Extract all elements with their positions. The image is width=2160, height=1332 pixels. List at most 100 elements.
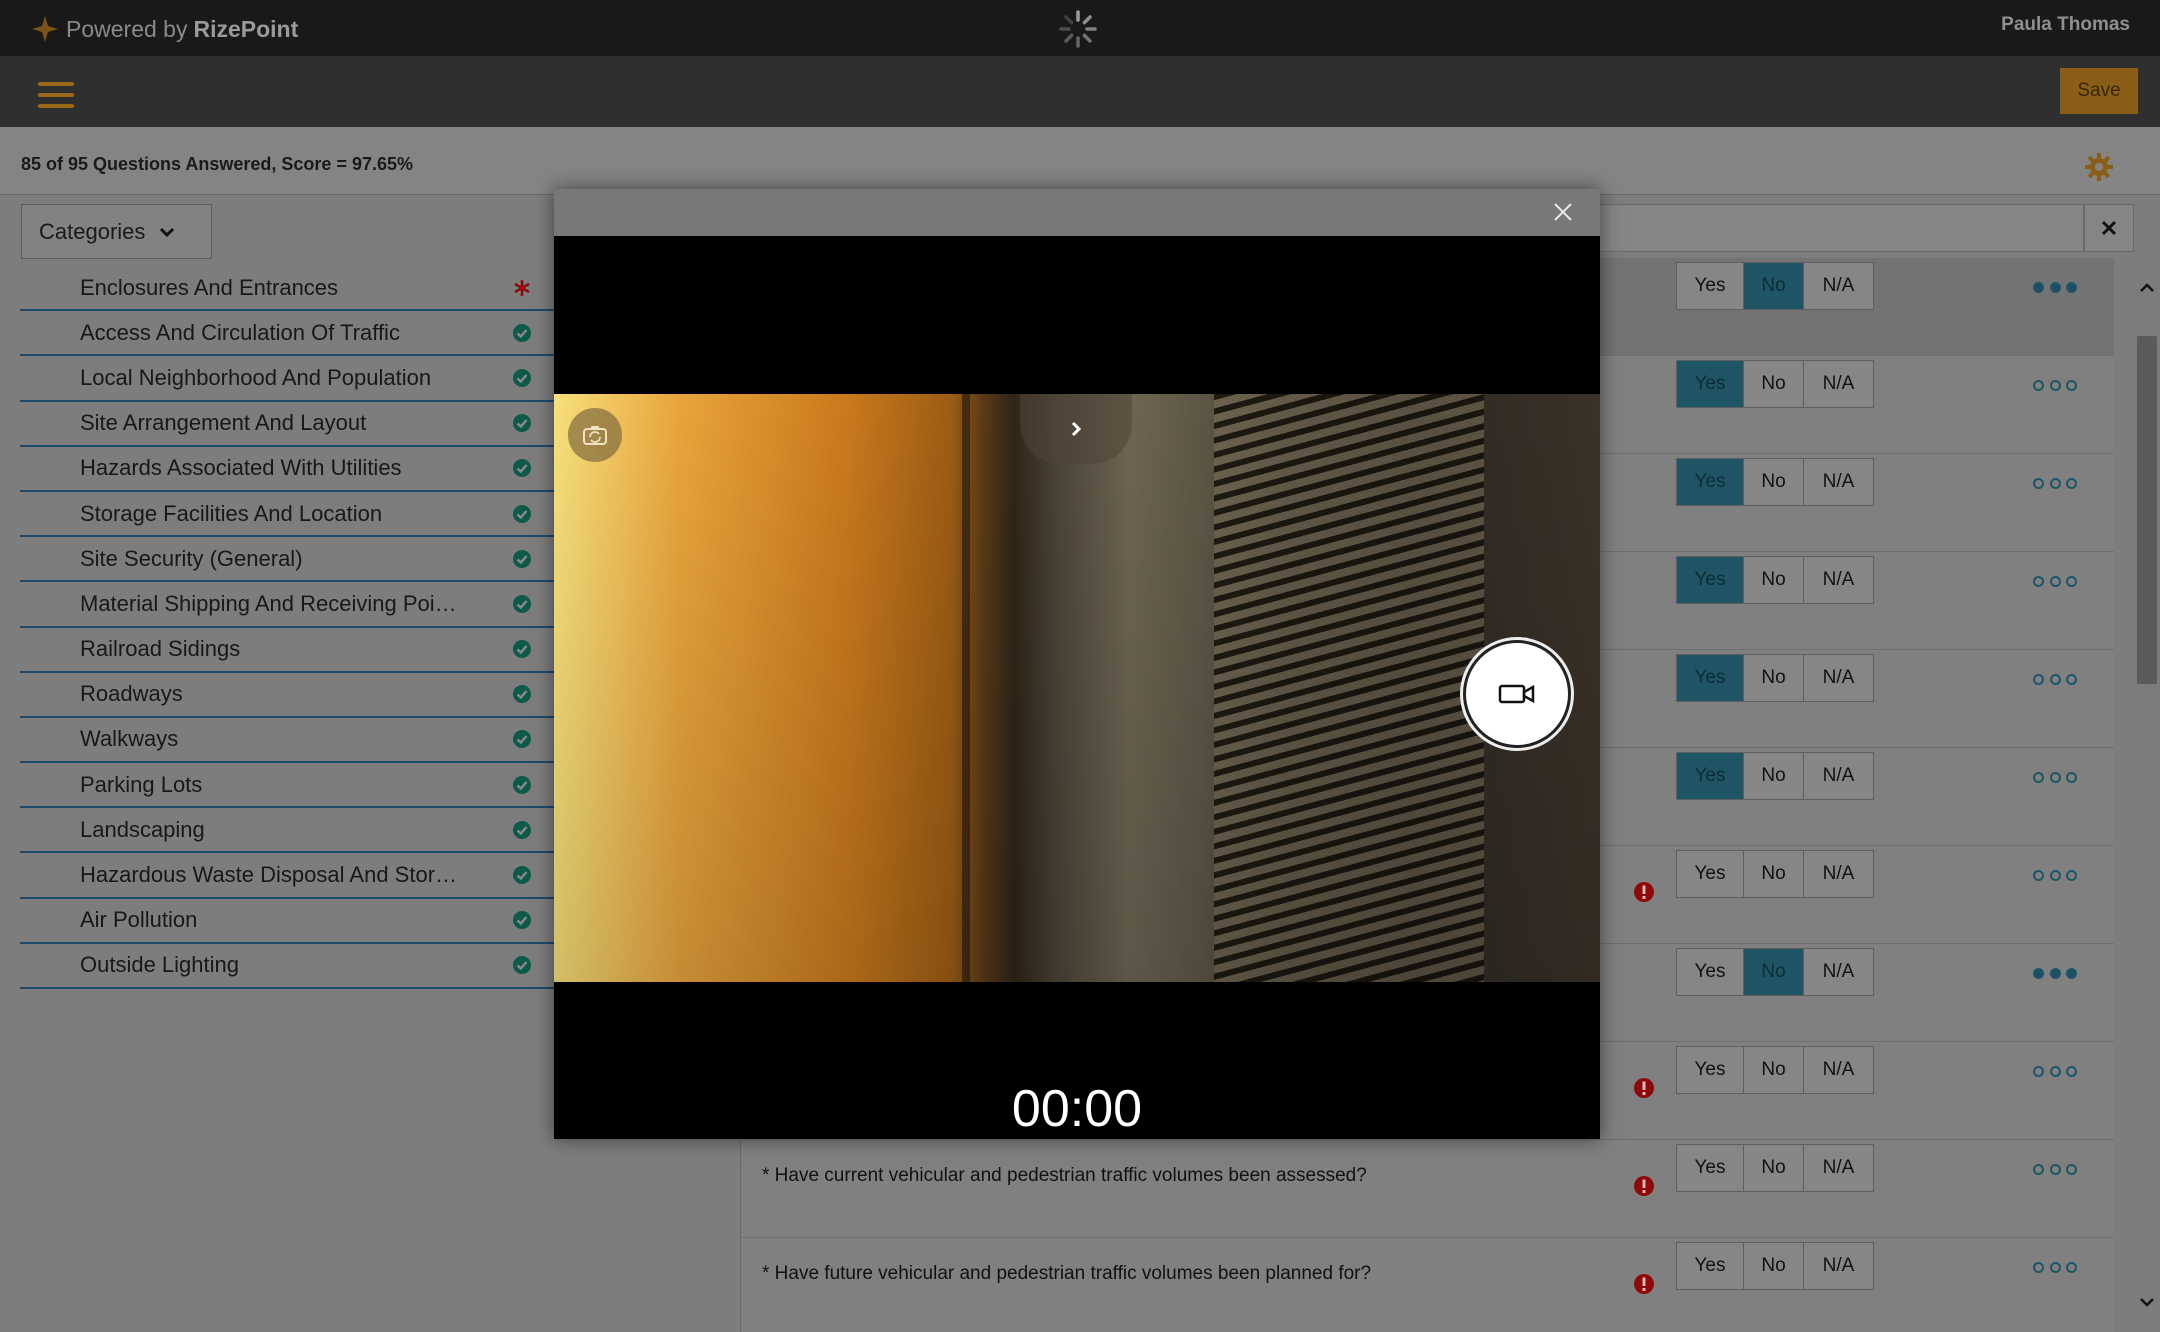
- category-item[interactable]: Local Neighborhood And Population: [20, 356, 554, 402]
- next-camera-button[interactable]: [1020, 394, 1132, 464]
- answer-yes-button[interactable]: Yes: [1676, 360, 1744, 408]
- answer-na-button[interactable]: N/A: [1804, 948, 1874, 996]
- category-label: Material Shipping And Receiving Poi…: [80, 590, 457, 616]
- check-icon: [513, 594, 531, 613]
- more-options-icon[interactable]: [2033, 280, 2077, 294]
- answer-buttons: Yes No N/A: [1676, 262, 1874, 310]
- answer-buttons: Yes No N/A: [1676, 556, 1874, 604]
- recording-timer: 00:00: [1011, 1080, 1143, 1138]
- camera-modal: 00:00: [554, 189, 1600, 1139]
- answer-no-button[interactable]: No: [1744, 850, 1804, 898]
- search-input[interactable]: [1590, 204, 2084, 252]
- category-item[interactable]: Landscaping: [20, 808, 554, 854]
- scroll-down-icon[interactable]: [2137, 1292, 2157, 1312]
- category-label: Railroad Sidings: [80, 636, 241, 662]
- answer-buttons: Yes No N/A: [1676, 1242, 1874, 1290]
- answer-yes-button[interactable]: Yes: [1676, 1144, 1744, 1192]
- category-item[interactable]: Storage Facilities And Location: [20, 492, 554, 538]
- clear-search-button[interactable]: [2084, 204, 2134, 252]
- answer-buttons: Yes No N/A: [1676, 1046, 1874, 1094]
- category-item[interactable]: Railroad Sidings: [20, 628, 554, 673]
- answer-yes-button[interactable]: Yes: [1676, 458, 1744, 506]
- answer-no-button[interactable]: No: [1744, 654, 1804, 702]
- category-item[interactable]: Site Arrangement And Layout: [20, 402, 554, 447]
- answer-yes-button[interactable]: Yes: [1676, 948, 1744, 996]
- more-options-icon[interactable]: [2033, 868, 2077, 882]
- category-item[interactable]: Hazardous Waste Disposal And Stor…: [20, 853, 554, 899]
- gear-icon[interactable]: [2084, 152, 2114, 182]
- check-icon: [513, 911, 531, 930]
- answer-yes-button[interactable]: Yes: [1676, 556, 1744, 604]
- user-name[interactable]: Paula Thomas: [2001, 14, 2130, 36]
- check-icon: [513, 820, 531, 839]
- category-item[interactable]: Parking Lots: [20, 763, 554, 809]
- answer-no-button[interactable]: No: [1744, 1242, 1804, 1290]
- category-label: Enclosures And Entrances: [80, 274, 339, 300]
- answer-no-button[interactable]: No: [1744, 948, 1804, 996]
- scroll-up-icon[interactable]: [2137, 278, 2157, 298]
- category-label: Site Arrangement And Layout: [80, 410, 367, 436]
- category-label: Access And Circulation Of Traffic: [80, 319, 400, 345]
- score-summary: 85 of 95 Questions Answered, Score = 97.…: [21, 154, 414, 174]
- category-item[interactable]: Material Shipping And Receiving Poi…: [20, 582, 554, 628]
- category-label: Storage Facilities And Location: [80, 500, 383, 526]
- answer-no-button[interactable]: No: [1744, 556, 1804, 604]
- more-options-icon[interactable]: [2033, 1260, 2077, 1274]
- answer-no-button[interactable]: No: [1744, 262, 1804, 310]
- answer-no-button[interactable]: No: [1744, 1046, 1804, 1094]
- answer-na-button[interactable]: N/A: [1804, 360, 1874, 408]
- category-item[interactable]: Outside Lighting: [20, 944, 554, 989]
- answer-buttons: Yes No N/A: [1676, 1144, 1874, 1192]
- answer-na-button[interactable]: N/A: [1804, 556, 1874, 604]
- answer-yes-button[interactable]: Yes: [1676, 262, 1744, 310]
- chevron-down-icon: [160, 227, 175, 237]
- answer-na-button[interactable]: N/A: [1804, 850, 1874, 898]
- answer-no-button[interactable]: No: [1744, 360, 1804, 408]
- more-options-icon[interactable]: [2033, 966, 2077, 980]
- flip-camera-button[interactable]: [568, 408, 622, 462]
- answer-na-button[interactable]: N/A: [1804, 654, 1874, 702]
- category-item[interactable]: Hazards Associated With Utilities: [20, 447, 554, 492]
- more-options-icon[interactable]: [2033, 1064, 2077, 1078]
- answer-na-button[interactable]: N/A: [1804, 1046, 1874, 1094]
- answer-no-button[interactable]: No: [1744, 1144, 1804, 1192]
- answer-no-button[interactable]: No: [1744, 752, 1804, 800]
- answer-na-button[interactable]: N/A: [1804, 1242, 1874, 1290]
- question-text: * Have future vehicular and pedestrian t…: [762, 1263, 1372, 1284]
- more-options-icon[interactable]: [2033, 574, 2077, 588]
- answer-buttons: Yes No N/A: [1676, 948, 1874, 996]
- flip-camera-icon: [583, 426, 607, 445]
- answer-yes-button[interactable]: Yes: [1676, 654, 1744, 702]
- record-video-button[interactable]: [1463, 640, 1571, 748]
- close-icon[interactable]: [1552, 201, 1574, 223]
- check-icon: [513, 414, 531, 433]
- category-item[interactable]: Site Security (General): [20, 537, 554, 583]
- more-options-icon[interactable]: [2033, 378, 2077, 392]
- answer-yes-button[interactable]: Yes: [1676, 1046, 1744, 1094]
- answer-buttons: Yes No N/A: [1676, 654, 1874, 702]
- save-button[interactable]: Save: [2060, 68, 2138, 114]
- category-item[interactable]: Walkways: [20, 718, 554, 764]
- menu-icon[interactable]: [38, 82, 74, 108]
- more-options-icon[interactable]: [2033, 770, 2077, 784]
- answer-no-button[interactable]: No: [1744, 458, 1804, 506]
- answer-na-button[interactable]: N/A: [1804, 458, 1874, 506]
- answer-na-button[interactable]: N/A: [1804, 752, 1874, 800]
- brand-prefix: Powered by: [66, 15, 188, 42]
- answer-yes-button[interactable]: Yes: [1676, 850, 1744, 898]
- more-options-icon[interactable]: [2033, 1162, 2077, 1176]
- check-icon: [513, 775, 531, 794]
- category-item[interactable]: Roadways: [20, 673, 554, 718]
- category-item[interactable]: Access And Circulation Of Traffic: [20, 311, 554, 357]
- category-label: Roadways: [80, 681, 183, 707]
- more-options-icon[interactable]: [2033, 476, 2077, 490]
- categories-dropdown[interactable]: Categories: [21, 204, 212, 259]
- answer-yes-button[interactable]: Yes: [1676, 1242, 1744, 1290]
- answer-na-button[interactable]: N/A: [1804, 1144, 1874, 1192]
- category-item[interactable]: Enclosures And Entrances: [20, 266, 554, 312]
- scrollbar-thumb[interactable]: [2137, 336, 2157, 684]
- more-options-icon[interactable]: [2033, 672, 2077, 686]
- category-item[interactable]: Air Pollution: [20, 899, 554, 944]
- answer-na-button[interactable]: N/A: [1804, 262, 1874, 310]
- answer-yes-button[interactable]: Yes: [1676, 752, 1744, 800]
